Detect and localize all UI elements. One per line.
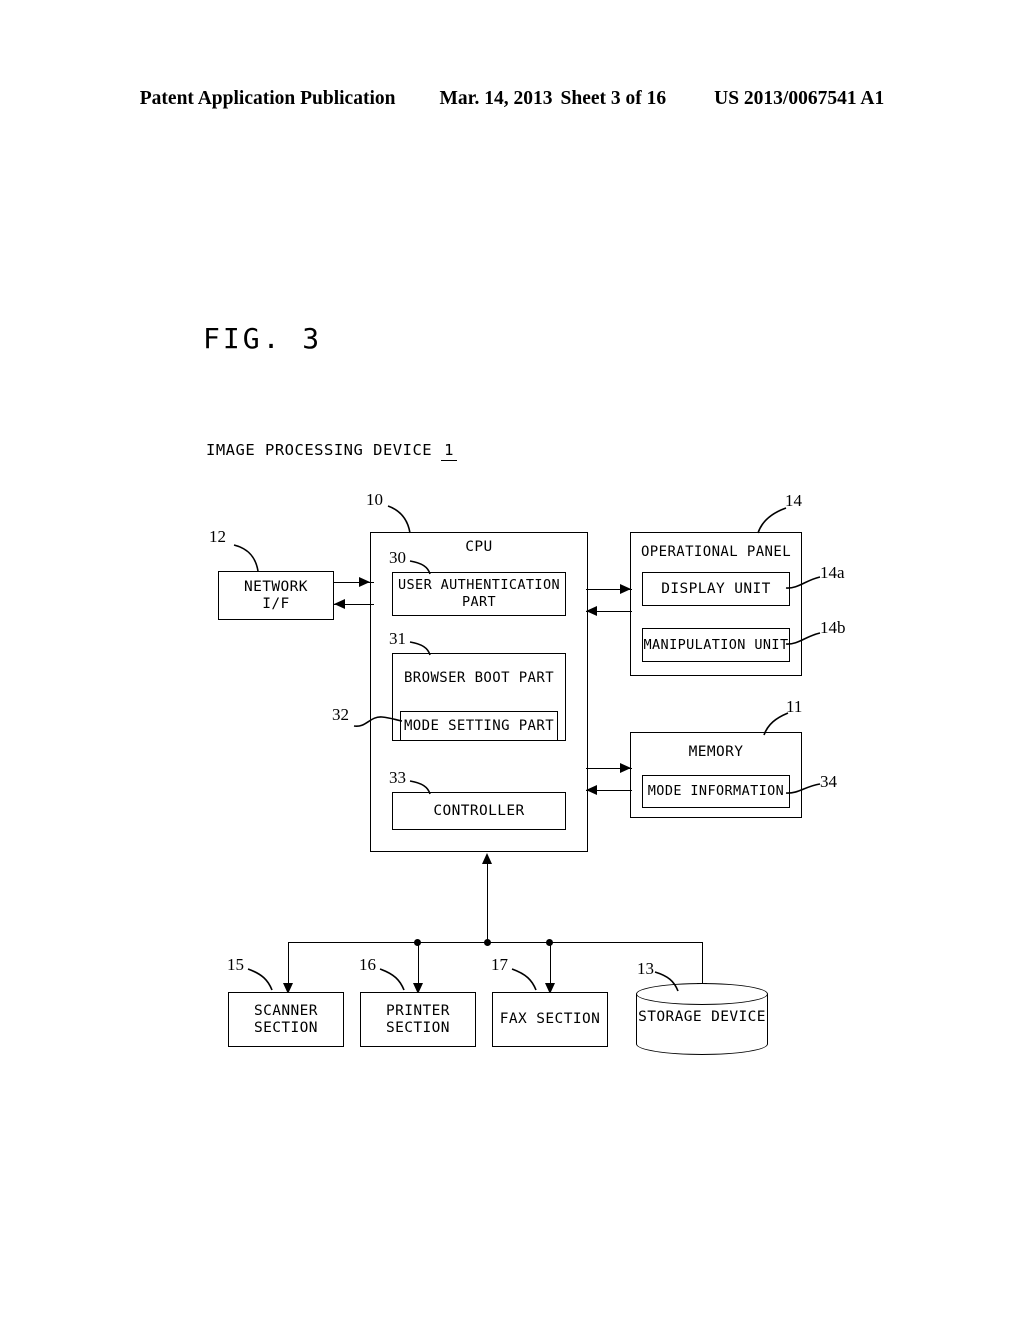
- refnum-printer-section: 16: [359, 955, 376, 974]
- arrowhead-cpu-to-memory: [620, 763, 631, 773]
- fax-section-label: FAX SECTION: [499, 1011, 601, 1027]
- image-processing-device-caption: IMAGE PROCESSING DEVICE 1: [206, 441, 457, 461]
- arrowhead-bus-to-cpu: [482, 853, 492, 864]
- arrowhead-cpu-to-panel: [620, 584, 631, 594]
- header-sheet-text: Sheet 3 of 16: [560, 88, 667, 109]
- header-date-text: Mar. 14, 2013: [439, 88, 553, 109]
- leader-storage-device: [654, 971, 679, 992]
- browser-boot-part-label: BROWSER BOOT PART: [403, 670, 555, 686]
- peripheral-bus-line: [288, 942, 702, 943]
- leader-mode-information: [785, 783, 821, 794]
- refnum-network-if: 12: [209, 527, 226, 546]
- leader-manipulation-unit: [785, 632, 821, 645]
- mode-setting-part-label: MODE SETTING PART: [403, 717, 555, 734]
- leader-display-unit: [785, 576, 821, 589]
- refnum-controller: 33: [389, 768, 406, 787]
- leader-fax-section: [511, 968, 537, 991]
- leader-scanner-section: [247, 968, 273, 991]
- network-if-label: NETWORK I/F: [244, 578, 308, 612]
- leader-browser-boot-part: [409, 641, 431, 656]
- arrowhead-network-to-cpu: [359, 577, 370, 587]
- header-publication-text: Patent Application Publication: [139, 88, 396, 109]
- bus-riser-to-cpu: [487, 864, 488, 943]
- arrowhead-cpu-to-network: [334, 599, 345, 609]
- refnum-user-authentication-part: 30: [389, 548, 406, 567]
- leader-memory: [763, 712, 789, 736]
- refnum-browser-boot-part: 31: [389, 629, 406, 648]
- leader-network-if: [233, 544, 259, 572]
- figure-title: FIG. 3: [203, 322, 323, 355]
- leader-cpu: [387, 505, 411, 534]
- refnum-scanner-section: 15: [227, 955, 244, 974]
- manipulation-unit-label: MANIPULATION UNIT: [643, 636, 789, 653]
- storage-device-label: STORAGE DEVICE: [638, 1009, 766, 1025]
- arrowhead-panel-to-cpu: [586, 606, 597, 616]
- scanner-section-label: SCANNER SECTION: [254, 1002, 318, 1036]
- leader-printer-section: [379, 968, 405, 991]
- header-patent-number: US 2013/0067541 A1: [714, 88, 885, 109]
- refnum-mode-setting-part: 32: [332, 705, 349, 724]
- device-caption-ref: 1: [441, 441, 457, 461]
- printer-section-label: PRINTER SECTION: [386, 1002, 450, 1036]
- leader-operational-panel: [757, 507, 787, 534]
- bus-drop-storage: [702, 942, 703, 985]
- refnum-fax-section: 17: [491, 955, 508, 974]
- memory-label: MEMORY: [688, 744, 744, 760]
- display-unit-label: DISPLAY UNIT: [661, 580, 771, 597]
- arrowhead-memory-to-cpu: [586, 785, 597, 795]
- leader-mode-setting-part: [353, 716, 403, 727]
- publication-header: Patent Application Publication Mar. 14, …: [0, 88, 1024, 110]
- mode-information-label: MODE INFORMATION: [647, 783, 785, 799]
- refnum-cpu: 10: [366, 490, 383, 509]
- device-caption-text: IMAGE PROCESSING DEVICE: [206, 441, 433, 459]
- operational-panel-label: OPERATIONAL PANEL: [640, 544, 792, 560]
- leader-user-authentication-part: [409, 560, 431, 575]
- bus-junction-dot-center: [484, 939, 491, 946]
- leader-controller: [409, 780, 431, 795]
- bus-drop-scanner: [288, 942, 289, 985]
